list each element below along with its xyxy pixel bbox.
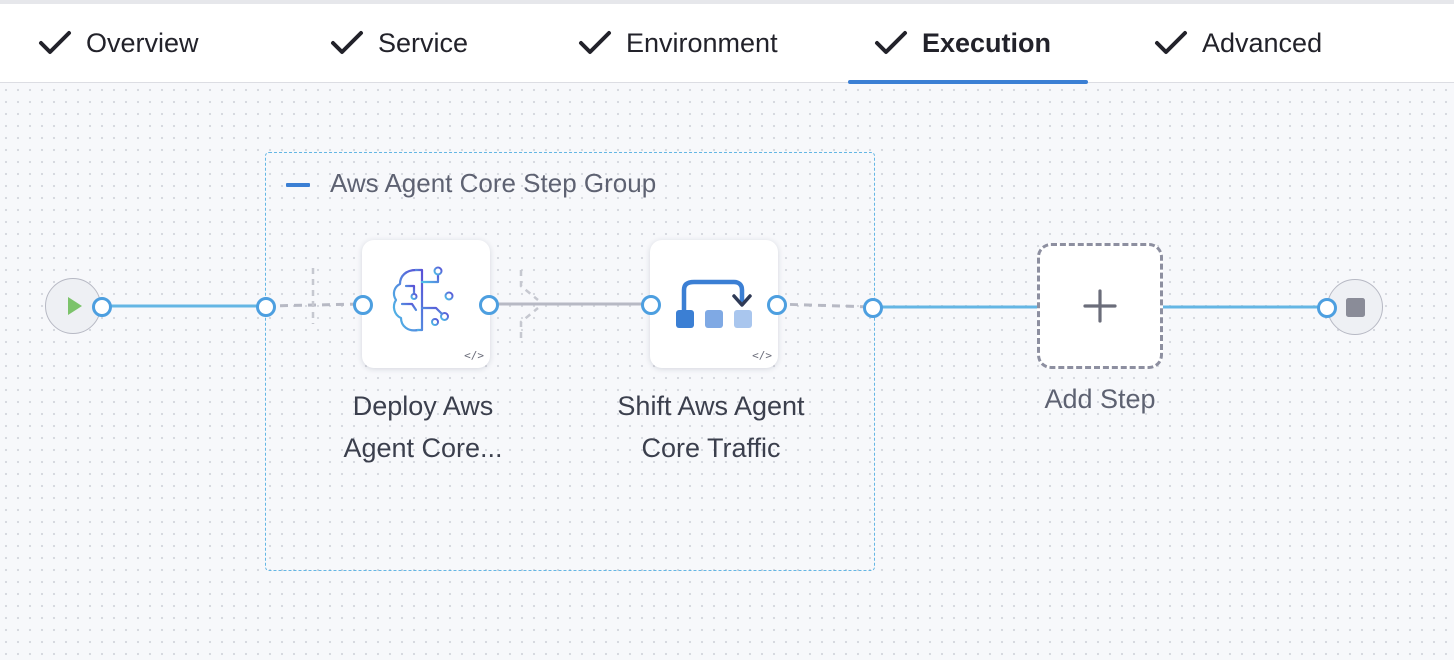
step-label-line: Shift Aws Agent [617, 391, 805, 421]
connector-port [767, 295, 787, 315]
add-step-label: Add Step [1044, 384, 1156, 414]
step-shift-aws-agent-core-traffic[interactable]: </> [650, 240, 778, 368]
plus-icon [1040, 246, 1160, 366]
step-label-line: Agent Core... [343, 433, 503, 463]
connector-port [641, 295, 661, 315]
step-label: Shift Aws Agent Core Traffic [591, 385, 831, 469]
step-group-container [265, 152, 875, 571]
pipeline-canvas: Aws Agent Core Step Group </> Deploy Aws… [0, 0, 1454, 660]
connector-port [92, 297, 112, 317]
code-icon: </> [752, 349, 772, 362]
step-deploy-aws-agent-core[interactable]: </> [362, 240, 490, 368]
connector-port [353, 295, 373, 315]
ai-brain-circuit-icon [392, 266, 454, 332]
connector-port [1317, 298, 1337, 318]
code-icon: </> [464, 349, 484, 362]
step-label-line: Deploy Aws [352, 391, 494, 421]
group-exit-port [863, 298, 883, 318]
connector-port [479, 295, 499, 315]
step-label: Deploy Aws Agent Core... [303, 385, 543, 469]
step-group-title: Aws Agent Core Step Group [330, 168, 657, 198]
traffic-shift-icon [676, 279, 752, 328]
group-entry-port [256, 297, 276, 317]
collapse-group-icon[interactable] [286, 183, 310, 187]
add-step-button[interactable] [1037, 243, 1163, 369]
step-label-line: Core Traffic [641, 433, 781, 463]
